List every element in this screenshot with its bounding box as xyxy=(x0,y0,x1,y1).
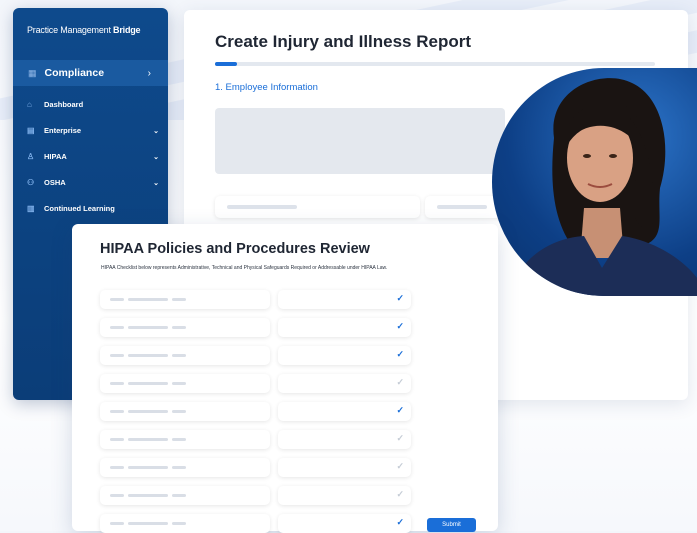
step-title: 1. Employee Information xyxy=(215,82,318,93)
text-area-placeholder[interactable] xyxy=(215,108,505,174)
text-placeholder-bar xyxy=(172,298,186,301)
text-placeholder-bar xyxy=(110,298,124,301)
panel-description: HIPAA Checklist below represents Adminis… xyxy=(101,265,388,271)
text-placeholder-bar xyxy=(172,326,186,329)
page-title: Create Injury and Illness Report xyxy=(215,32,472,51)
text-placeholder-bar xyxy=(172,354,186,357)
text-placeholder-bar xyxy=(128,466,168,469)
check-icon: ✓ xyxy=(396,377,404,387)
chevron-down-icon: ⌄ xyxy=(153,179,159,187)
checklist-item-label xyxy=(100,374,270,393)
chevron-down-icon: ⌄ xyxy=(153,153,159,161)
text-placeholder-bar xyxy=(110,494,124,497)
checklist-item-checkbox[interactable]: ✓ xyxy=(278,374,411,393)
chevron-right-icon: › xyxy=(147,67,151,79)
building-icon: ▤ xyxy=(27,126,35,135)
checklist-item-checkbox[interactable]: ✓ xyxy=(278,402,411,421)
check-icon: ✓ xyxy=(396,405,404,415)
sidebar-item-enterprise[interactable]: ▤ Enterprise ⌄ xyxy=(27,126,159,135)
checklist-item-label xyxy=(100,486,270,505)
text-placeholder-bar xyxy=(110,382,124,385)
checklist-item-label xyxy=(100,318,270,337)
check-icon: ✓ xyxy=(396,489,404,499)
checklist-item-checkbox[interactable]: ✓ xyxy=(278,486,411,505)
check-icon: ✓ xyxy=(396,293,404,303)
text-placeholder-bar xyxy=(110,438,124,441)
sidebar-item-label: Continued Learning xyxy=(44,204,115,213)
text-placeholder-bar xyxy=(128,298,168,301)
panel-title: HIPAA Policies and Procedures Review xyxy=(100,241,370,257)
text-placeholder-bar xyxy=(128,438,168,441)
home-icon: ⌂ xyxy=(27,100,32,109)
checklist-item-label xyxy=(100,290,270,309)
text-placeholder-bar xyxy=(110,466,124,469)
checklist-item-label xyxy=(100,514,270,533)
sidebar-item-label: HIPAA xyxy=(44,152,67,161)
checklist-item-checkbox[interactable]: ✓ xyxy=(278,318,411,337)
text-placeholder-bar xyxy=(172,438,186,441)
checklist-item-checkbox[interactable]: ✓ xyxy=(278,430,411,449)
sidebar-item-continued-learning[interactable]: ▥ Continued Learning xyxy=(27,204,159,213)
check-icon: ✓ xyxy=(396,321,404,331)
sidebar-item-hipaa[interactable]: ♙ HIPAA ⌄ xyxy=(27,152,159,161)
text-placeholder-bar xyxy=(128,522,168,525)
text-placeholder-bar xyxy=(110,410,124,413)
text-placeholder-bar xyxy=(128,326,168,329)
text-placeholder-bar xyxy=(172,494,186,497)
book-icon: ▥ xyxy=(27,204,35,213)
text-placeholder-bar xyxy=(128,382,168,385)
text-placeholder-bar xyxy=(172,382,186,385)
progress-bar xyxy=(215,62,655,66)
check-icon: ✓ xyxy=(396,433,404,443)
checklist-item-checkbox[interactable]: ✓ xyxy=(278,290,411,309)
hipaa-review-panel: HIPAA Policies and Procedures Review HIP… xyxy=(72,224,498,533)
progress-fill xyxy=(215,62,237,66)
sidebar-item-label: OSHA xyxy=(44,178,66,187)
checklist-item-label xyxy=(100,402,270,421)
check-icon: ✓ xyxy=(396,349,404,359)
text-placeholder-bar xyxy=(110,326,124,329)
brand-text: Practice Management xyxy=(27,25,114,35)
grid-icon: ▦ xyxy=(28,67,37,78)
person-icon: ♙ xyxy=(27,152,35,161)
sidebar-item-label: Enterprise xyxy=(44,126,82,135)
brand-logo: Practice Management Bridge xyxy=(27,25,141,35)
text-placeholder-bar xyxy=(128,354,168,357)
check-icon: ✓ xyxy=(396,517,404,527)
submit-button[interactable]: Submit xyxy=(427,518,476,532)
sidebar-item-osha[interactable]: ⚇ OSHA ⌄ xyxy=(27,178,159,187)
checklist-item-checkbox[interactable]: ✓ xyxy=(278,458,411,477)
checklist-item-label xyxy=(100,458,270,477)
sidebar-section-label: Compliance xyxy=(44,67,105,79)
people-icon: ⚇ xyxy=(27,178,35,187)
text-placeholder-bar xyxy=(172,466,186,469)
checklist-item-label xyxy=(100,346,270,365)
sidebar-section-compliance[interactable]: ▦ Compliance › xyxy=(13,60,168,86)
form-field[interactable] xyxy=(215,196,420,218)
sidebar-item-label: Dashboard xyxy=(44,100,84,109)
sidebar-item-dashboard[interactable]: ⌂ Dashboard xyxy=(27,100,159,109)
checklist-item-label xyxy=(100,430,270,449)
checklist-item-checkbox[interactable]: ✓ xyxy=(278,346,411,365)
chevron-down-icon: ⌄ xyxy=(153,127,159,135)
text-placeholder-bar xyxy=(110,522,124,525)
check-icon: ✓ xyxy=(396,461,404,471)
text-placeholder-bar xyxy=(128,410,168,413)
text-placeholder-bar xyxy=(172,522,186,525)
brand-text-bold: Bridge xyxy=(113,25,141,35)
text-placeholder-bar xyxy=(128,494,168,497)
field-placeholder-bar xyxy=(437,205,487,209)
field-placeholder-bar xyxy=(227,205,297,209)
text-placeholder-bar xyxy=(110,354,124,357)
checklist-item-checkbox[interactable]: ✓ xyxy=(278,514,411,533)
text-placeholder-bar xyxy=(172,410,186,413)
